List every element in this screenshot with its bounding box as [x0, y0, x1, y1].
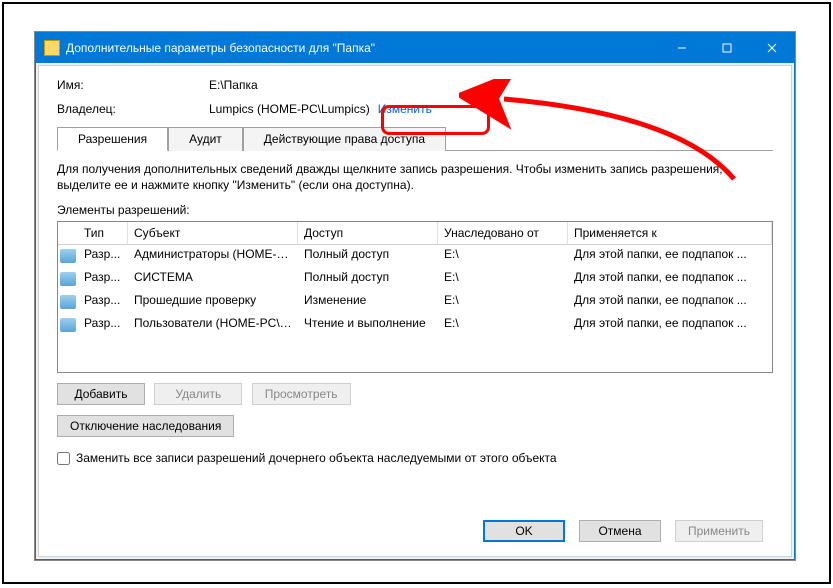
elements-label: Элементы разрешений: [57, 203, 773, 217]
change-owner-link[interactable]: Изменить [378, 102, 432, 116]
cell-inherited: E:\ [438, 291, 568, 314]
cell-type: Разр... [78, 314, 128, 337]
owner-label: Владелец: [57, 102, 209, 116]
cell-subject: Администраторы (HOME-PC... [128, 245, 298, 268]
cell-access: Полный доступ [298, 268, 438, 291]
ok-button[interactable]: OK [483, 520, 565, 542]
cell-applies: Для этой папки, ее подпапок ... [568, 245, 772, 268]
name-label: Имя: [57, 78, 209, 92]
minimize-button[interactable] [659, 33, 704, 63]
owner-value: Lumpics (HOME-PC\Lumpics) [209, 102, 370, 116]
cell-type: Разр... [78, 291, 128, 314]
grid-header[interactable]: Тип Субъект Доступ Унаследовано от Приме… [58, 222, 772, 245]
cell-subject: Прошедшие проверку [128, 291, 298, 314]
cell-subject: СИСТЕМА [128, 268, 298, 291]
col-applies[interactable]: Применяется к [568, 222, 772, 244]
permissions-grid[interactable]: Тип Субъект Доступ Унаследовано от Приме… [57, 221, 773, 373]
col-access[interactable]: Доступ [298, 222, 438, 244]
disable-inheritance-button[interactable]: Отключение наследования [57, 415, 234, 437]
col-type[interactable]: Тип [78, 222, 128, 244]
tab-effective-access[interactable]: Действующие права доступа [243, 127, 446, 151]
users-icon [60, 272, 76, 286]
close-button[interactable] [749, 33, 794, 63]
hint-text: Для получения дополнительных сведений дв… [57, 161, 773, 193]
cell-applies: Для этой папки, ее подпапок ... [568, 314, 772, 337]
folder-icon [44, 40, 60, 56]
table-row[interactable]: Разр...СИСТЕМАПолный доступE:\Для этой п… [58, 268, 772, 291]
cell-type: Разр... [78, 245, 128, 268]
cell-inherited: E:\ [438, 314, 568, 337]
cancel-button[interactable]: Отмена [579, 520, 661, 542]
replace-child-label[interactable]: Заменить все записи разрешений дочернего… [76, 451, 557, 465]
cell-inherited: E:\ [438, 245, 568, 268]
table-row[interactable]: Разр...Администраторы (HOME-PC...Полный … [58, 245, 772, 268]
table-row[interactable]: Разр...Прошедшие проверкуИзменениеE:\Для… [58, 291, 772, 314]
cell-access: Изменение [298, 291, 438, 314]
name-value: E:\Папка [209, 78, 258, 92]
security-dialog: Дополнительные параметры безопасности дл… [35, 32, 795, 560]
col-subject[interactable]: Субъект [128, 222, 298, 244]
cell-applies: Для этой папки, ее подпапок ... [568, 268, 772, 291]
cell-type: Разр... [78, 268, 128, 291]
add-button[interactable]: Добавить [57, 383, 145, 405]
users-icon [60, 318, 76, 332]
tab-permissions[interactable]: Разрешения [57, 127, 168, 151]
table-row[interactable]: Разр...Пользователи (HOME-PC\П...Чтение … [58, 314, 772, 337]
cell-access: Чтение и выполнение [298, 314, 438, 337]
col-inherited[interactable]: Унаследовано от [438, 222, 568, 244]
cell-applies: Для этой папки, ее подпапок ... [568, 291, 772, 314]
cell-access: Полный доступ [298, 245, 438, 268]
remove-button[interactable]: Удалить [154, 383, 242, 405]
cell-inherited: E:\ [438, 268, 568, 291]
users-icon [60, 249, 76, 263]
window-title: Дополнительные параметры безопасности дл… [66, 41, 659, 55]
maximize-button[interactable] [704, 33, 749, 63]
titlebar[interactable]: Дополнительные параметры безопасности дл… [36, 33, 794, 63]
cell-subject: Пользователи (HOME-PC\П... [128, 314, 298, 337]
users-icon [60, 295, 76, 309]
replace-child-checkbox[interactable] [57, 452, 70, 465]
tab-audit[interactable]: Аудит [168, 127, 243, 151]
view-button[interactable]: Просмотреть [252, 383, 351, 405]
apply-button[interactable]: Применить [675, 520, 763, 542]
